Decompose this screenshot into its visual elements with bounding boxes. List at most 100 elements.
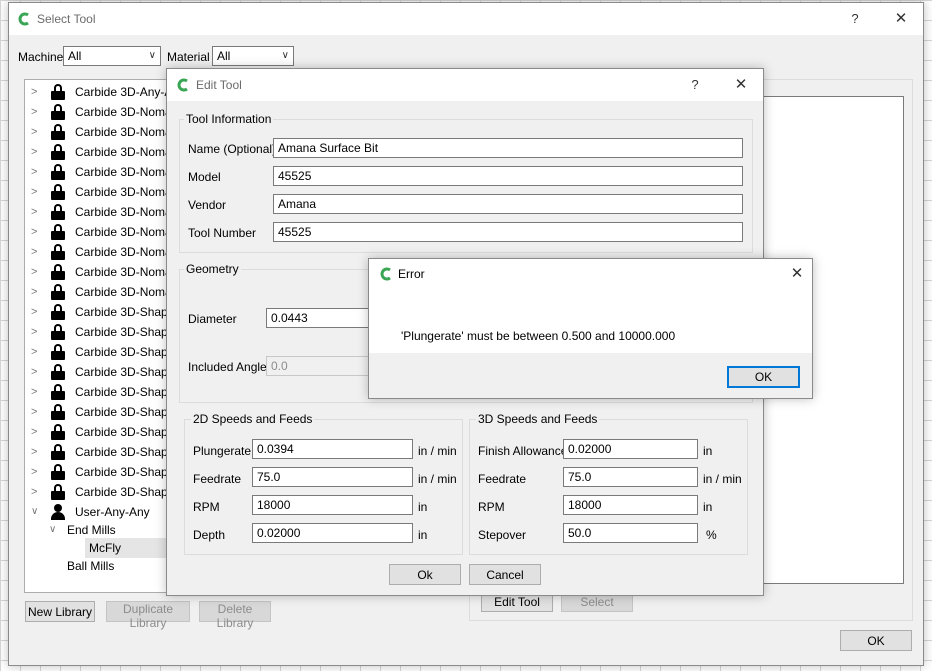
tree-row-label: Carbide 3D-Nomad <box>75 265 174 279</box>
edit-tool-titlebar: Edit Tool ? ✕ <box>167 69 763 101</box>
close-icon[interactable]: ✕ <box>891 9 911 29</box>
chevron-right-icon[interactable]: > <box>31 282 43 302</box>
tree-row-library[interactable]: > Carbide 3D-Shaped <box>31 302 173 322</box>
tree-row-library[interactable]: > Carbide 3D-Nomad <box>31 162 173 182</box>
tree-row-label: Carbide 3D-Nomad <box>75 285 174 299</box>
chevron-right-icon[interactable]: > <box>31 262 43 282</box>
tree-row-ball-mills[interactable]: Ball Mills <box>49 556 173 576</box>
tree-row-library[interactable]: > Carbide 3D-Nomad <box>31 122 173 142</box>
chevron-right-icon[interactable]: > <box>31 122 43 142</box>
help-icon[interactable]: ? <box>845 9 865 29</box>
rpm-field[interactable]: 18000 <box>252 495 413 515</box>
edit-cancel-button[interactable]: Cancel <box>469 564 541 585</box>
tree-row-label: Carbide 3D-Any-Any <box>75 85 173 99</box>
tree-row-library[interactable]: > Carbide 3D-Shaped <box>31 482 173 502</box>
chevron-right-icon[interactable]: > <box>31 462 43 482</box>
close-icon[interactable]: ✕ <box>731 75 751 95</box>
error-dialog: Error ✕ 'Plungerate' must be between 0.5… <box>368 258 813 399</box>
tree-row-library[interactable]: > Carbide 3D-Any-Any <box>31 82 173 102</box>
lock-icon <box>51 384 65 400</box>
chevron-right-icon[interactable]: > <box>31 482 43 502</box>
finish-allowance-label: Finish Allowance <box>478 444 568 458</box>
depth-field[interactable]: 0.02000 <box>252 523 413 543</box>
delete-library-button[interactable]: Delete Library <box>199 601 271 630</box>
vendor-field[interactable]: Amana <box>273 194 743 214</box>
close-icon[interactable]: ✕ <box>787 264 807 284</box>
finish-allowance-field[interactable]: 0.02000 <box>563 439 698 459</box>
chevron-right-icon[interactable]: > <box>31 82 43 102</box>
tree-row-library[interactable]: > Carbide 3D-Shaped <box>31 322 173 342</box>
tree-row-library[interactable]: > Carbide 3D-Nomad <box>31 222 173 242</box>
chevron-right-icon[interactable]: > <box>31 202 43 222</box>
lock-icon <box>51 144 65 160</box>
library-tree[interactable]: > Carbide 3D-Any-Any > Carbide 3D-Nomad > Car… <box>24 79 174 593</box>
tree-row-library[interactable]: > Carbide 3D-Shaped <box>31 422 173 442</box>
machine-select[interactable]: All ∨ <box>63 46 161 66</box>
new-library-button[interactable]: New Library <box>25 601 95 622</box>
chevron-right-icon[interactable]: > <box>31 182 43 202</box>
chevron-right-icon[interactable]: > <box>31 342 43 362</box>
tree-row-label: Carbide 3D-Shaped <box>75 465 174 479</box>
model-field[interactable]: 45525 <box>273 166 743 186</box>
edit-ok-button[interactable]: Ok <box>389 564 461 585</box>
chevron-right-icon[interactable]: > <box>31 422 43 442</box>
feedrate-label: Feedrate <box>193 472 242 486</box>
chevron-down-icon[interactable]: ∨ <box>49 520 61 540</box>
tool-information-group: Tool Information Name (Optional) Amana S… <box>179 112 753 253</box>
lock-icon <box>51 464 65 480</box>
feedrate-3d-field[interactable]: 75.0 <box>563 467 698 487</box>
plungerate-label: Plungerate <box>193 444 252 458</box>
feedrate-field[interactable]: 75.0 <box>252 467 413 487</box>
chevron-right-icon[interactable]: > <box>31 222 43 242</box>
tree-row-end-mills[interactable]: ∨ End Mills <box>49 520 173 540</box>
chevron-right-icon[interactable]: > <box>31 402 43 422</box>
stepover-field[interactable]: 50.0 <box>563 523 698 543</box>
tree-row-library[interactable]: > Carbide 3D-Nomad <box>31 142 173 162</box>
material-select[interactable]: All ∨ <box>212 46 294 66</box>
chevron-right-icon[interactable]: > <box>31 102 43 122</box>
tree-row-library[interactable]: > Carbide 3D-Nomad <box>31 202 173 222</box>
ok-button[interactable]: OK <box>840 630 912 651</box>
help-icon[interactable]: ? <box>685 75 705 95</box>
tree-row-library[interactable]: > Carbide 3D-Nomad <box>31 282 174 302</box>
chevron-right-icon[interactable]: > <box>31 362 43 382</box>
chevron-right-icon[interactable]: > <box>31 242 43 262</box>
tree-row-library[interactable]: > Carbide 3D-Nomad <box>31 182 174 202</box>
duplicate-library-button[interactable]: Duplicate Library <box>106 601 190 630</box>
error-ok-button[interactable]: OK <box>727 366 800 388</box>
tree-row-library[interactable]: > Carbide 3D-Shaped <box>31 342 173 362</box>
tree-row-label: Carbide 3D-Nomad <box>75 185 174 199</box>
lock-icon <box>51 324 65 340</box>
error-message: 'Plungerate' must be between 0.500 and 1… <box>401 329 676 343</box>
tree-row-library[interactable]: > Carbide 3D-Nomad <box>31 262 174 282</box>
tree-row-library[interactable]: > Carbide 3D-Nomad <box>31 102 173 122</box>
lock-icon <box>51 244 65 260</box>
tool-number-field[interactable]: 45525 <box>273 222 743 242</box>
tree-row-library[interactable]: > Carbide 3D-Nomad <box>31 242 173 262</box>
lock-icon <box>51 124 65 140</box>
app-logo-icon <box>380 267 391 281</box>
chevron-right-icon[interactable]: > <box>31 382 43 402</box>
lock-icon <box>51 344 65 360</box>
tree-row-library[interactable]: > Carbide 3D-Shaped <box>31 402 173 422</box>
tree-row-library[interactable]: > Carbide 3D-Shaped <box>31 382 173 402</box>
rpm-3d-field[interactable]: 18000 <box>563 495 698 515</box>
chevron-right-icon[interactable]: > <box>31 442 43 462</box>
name-field[interactable]: Amana Surface Bit <box>273 138 743 158</box>
stepover-unit: % <box>706 528 717 542</box>
plungerate-field[interactable]: 0.0394 <box>252 439 413 459</box>
chevron-right-icon[interactable]: > <box>31 322 43 342</box>
tree-row-user-library[interactable]: ∨ User-Any-Any <box>31 502 173 522</box>
name-label: Name (Optional) <box>188 142 277 156</box>
tree-row-selected-tool[interactable]: McFly <box>85 538 173 558</box>
tree-row-library[interactable]: > Carbide 3D-Shaped <box>31 442 173 462</box>
rpm-label: RPM <box>193 500 220 514</box>
chevron-right-icon[interactable]: > <box>31 162 43 182</box>
chevron-down-icon[interactable]: ∨ <box>31 502 43 522</box>
chevron-right-icon[interactable]: > <box>31 142 43 162</box>
chevron-right-icon[interactable]: > <box>31 302 43 322</box>
geometry-title: Geometry <box>184 262 241 276</box>
feedrate-unit: in / min <box>418 472 457 486</box>
tree-row-library[interactable]: > Carbide 3D-Shaped <box>31 462 174 482</box>
tree-row-library[interactable]: > Carbide 3D-Shaped <box>31 362 173 382</box>
